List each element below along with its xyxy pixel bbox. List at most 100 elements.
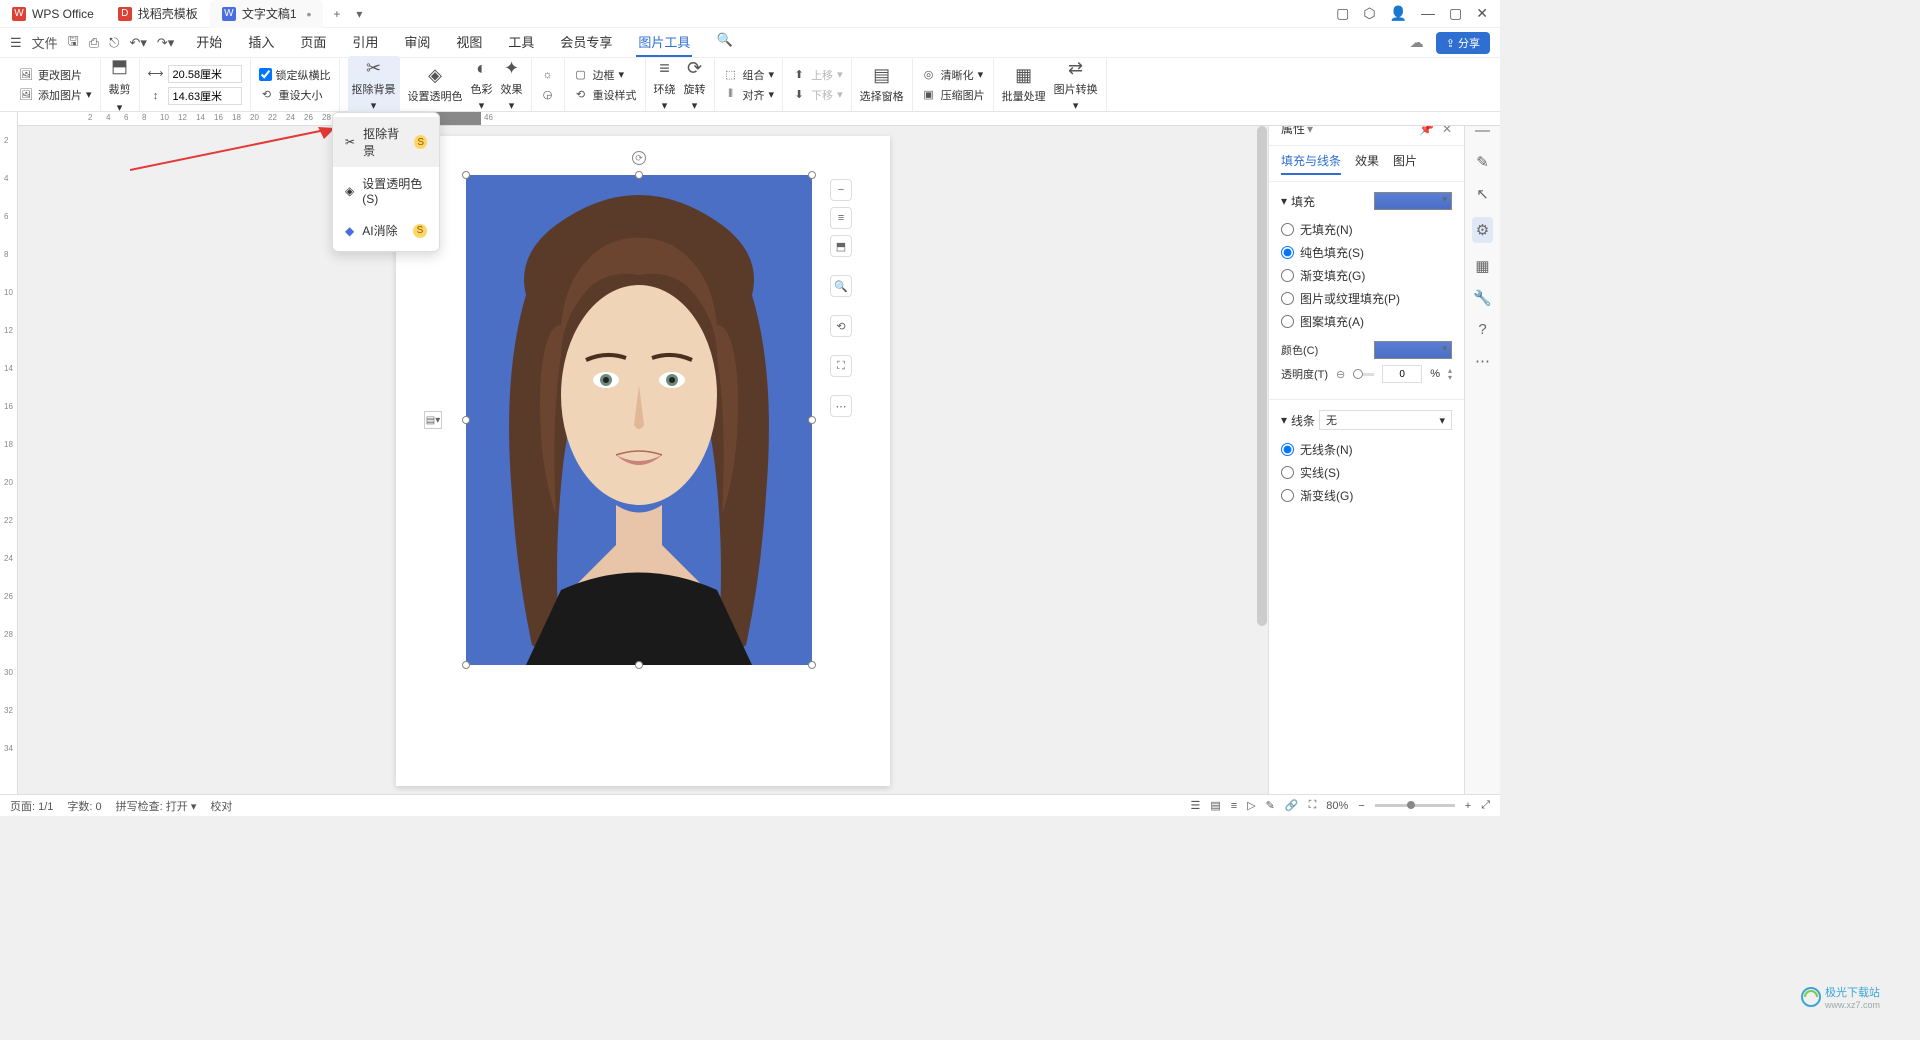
app-tab[interactable]: W WPS Office: [0, 0, 106, 28]
undo-icon[interactable]: ↶▾: [129, 35, 146, 51]
remove-bg-button[interactable]: ✂抠除背景 ▾: [348, 56, 400, 114]
layout-options-button[interactable]: ▤▾: [424, 411, 442, 429]
tab-effects[interactable]: 效果: [1355, 152, 1379, 175]
tool-reset[interactable]: ⟲: [830, 315, 852, 337]
tool-more[interactable]: ⋯: [830, 395, 852, 417]
radio-solid-fill[interactable]: 纯色填充(S): [1281, 241, 1452, 264]
share-button[interactable]: ⇪ 分享: [1436, 32, 1490, 54]
menu-icon[interactable]: ☰: [10, 35, 22, 51]
color-picker-button[interactable]: [1374, 341, 1452, 359]
file-menu[interactable]: 文件: [32, 33, 58, 52]
rotate-button[interactable]: ⟳旋转▾: [684, 58, 706, 112]
fill-preview-swatch[interactable]: [1374, 192, 1452, 210]
resize-handle-bl[interactable]: [462, 661, 470, 669]
layout-icon[interactable]: ▢: [1336, 5, 1349, 22]
fill-title[interactable]: ▾填充: [1281, 192, 1452, 210]
tab-home[interactable]: 开始: [194, 28, 224, 57]
fit-icon[interactable]: ⛶: [1309, 799, 1317, 812]
move-down-button[interactable]: ⬇下移 ▾: [791, 87, 843, 103]
zoom-in-button[interactable]: +: [1465, 800, 1471, 812]
batch-button[interactable]: ▦批量处理: [1002, 65, 1046, 104]
radio-solid-line[interactable]: 实线(S): [1281, 461, 1452, 484]
change-picture-button[interactable]: 🖼更改图片: [18, 67, 92, 83]
maximize-button[interactable]: ▢: [1449, 5, 1462, 22]
dropdown-ai-erase[interactable]: ◆ AI消除 S: [333, 214, 439, 247]
radio-pattern-fill[interactable]: 图案填充(A): [1281, 310, 1452, 333]
radio-picture-fill[interactable]: 图片或纹理填充(P): [1281, 287, 1452, 310]
wrap-button[interactable]: ≡环绕▾: [654, 58, 676, 112]
tools-icon[interactable]: 🔧: [1473, 289, 1492, 307]
spell-check[interactable]: 拼写检查: 打开 ▾: [116, 798, 197, 814]
radio-no-line[interactable]: 无线条(N): [1281, 438, 1452, 461]
zoom-out-button[interactable]: −: [1358, 800, 1364, 812]
tool-layout[interactable]: ≡: [830, 207, 852, 229]
vertical-scrollbar[interactable]: [1256, 126, 1268, 794]
align-button[interactable]: ⫴对齐 ▾: [723, 87, 775, 103]
height-input[interactable]: [168, 87, 242, 105]
resize-handle-br[interactable]: [808, 661, 816, 669]
tab-picture-tools[interactable]: 图片工具: [636, 28, 692, 57]
template-tab[interactable]: D 找稻壳模板: [106, 0, 210, 28]
select-pane-button[interactable]: ▤选择窗格: [860, 65, 904, 104]
tab-view[interactable]: 视图: [454, 28, 484, 57]
help-icon[interactable]: ?: [1478, 321, 1486, 338]
resize-handle-ml[interactable]: [462, 416, 470, 424]
view-icon-2[interactable]: ▤: [1210, 799, 1220, 812]
minimize-button[interactable]: —: [1421, 5, 1435, 22]
tab-fill-line[interactable]: 填充与线条: [1281, 152, 1341, 175]
word-count[interactable]: 字数: 0: [67, 798, 101, 814]
cube-icon[interactable]: ⬡: [1363, 5, 1375, 22]
print-icon[interactable]: ⎙: [89, 35, 99, 51]
radio-gradient-fill[interactable]: 渐变填充(G): [1281, 264, 1452, 287]
width-input[interactable]: [168, 65, 242, 83]
page-indicator[interactable]: 页面: 1/1: [10, 798, 53, 814]
fullscreen-icon[interactable]: ⤢: [1481, 799, 1490, 812]
tab-picture[interactable]: 图片: [1393, 152, 1417, 175]
resize-handle-tl[interactable]: [462, 171, 470, 179]
compress-button[interactable]: ▣压缩图片: [921, 87, 985, 103]
line-select[interactable]: 无▾: [1319, 410, 1452, 430]
view-icon-4[interactable]: ▷: [1247, 799, 1255, 812]
border-button[interactable]: ▢边框 ▾: [573, 67, 637, 83]
zoom-slider[interactable]: [1375, 804, 1455, 807]
dropdown-remove-bg[interactable]: ✂ 抠除背景 S: [333, 117, 439, 167]
tab-more-button[interactable]: ▾: [350, 7, 368, 21]
tool-zoom[interactable]: 🔍: [830, 275, 852, 297]
tab-tools[interactable]: 工具: [506, 28, 536, 57]
more-icon[interactable]: ⋯: [1475, 352, 1490, 370]
zoom-value[interactable]: 80%: [1326, 800, 1348, 812]
convert-button[interactable]: ⇄图片转换▾: [1054, 58, 1098, 112]
opacity-input[interactable]: [1382, 365, 1422, 383]
crop-button[interactable]: ⬒裁剪▾: [109, 56, 131, 114]
save-icon[interactable]: 🖫: [68, 32, 79, 54]
reset-style-button[interactable]: ⟲重设样式: [573, 87, 637, 103]
selected-image[interactable]: ⟳ ▤▾ − ≡ ⬒ 🔍 ⟲ ⛶: [466, 175, 812, 665]
tool-expand[interactable]: ⛶: [830, 355, 852, 377]
tool-crop[interactable]: ⬒: [830, 235, 852, 257]
move-up-button[interactable]: ⬆上移 ▾: [791, 67, 843, 83]
reset-size-button[interactable]: ⟲重设大小: [259, 87, 331, 103]
edit-icon[interactable]: ✎: [1476, 153, 1489, 171]
lock-ratio-checkbox[interactable]: 锁定纵横比: [259, 67, 331, 83]
set-transparent-button[interactable]: ◈设置透明色: [408, 65, 463, 104]
tab-close-icon[interactable]: •: [307, 6, 312, 22]
clarity-button[interactable]: ◎清晰化 ▾: [921, 67, 985, 83]
tool-minus[interactable]: −: [830, 179, 852, 201]
combine-button[interactable]: ⬚组合 ▾: [723, 67, 775, 83]
view-icon-3[interactable]: ≡: [1231, 800, 1237, 812]
gallery-icon[interactable]: ▦: [1475, 257, 1489, 275]
tab-insert[interactable]: 插入: [246, 28, 276, 57]
rotate-handle[interactable]: ⟳: [632, 151, 646, 165]
view-icon-1[interactable]: ☰: [1190, 799, 1200, 812]
redo-icon[interactable]: ↷▾: [157, 35, 174, 51]
view-icon-6[interactable]: 🔗: [1285, 799, 1299, 812]
style1-button[interactable]: ☼: [540, 67, 556, 83]
search-icon[interactable]: 🔍: [714, 28, 734, 57]
style2-button[interactable]: ◶: [540, 87, 556, 103]
dropdown-set-transparent[interactable]: ◈ 设置透明色(S): [333, 167, 439, 214]
resize-handle-mr[interactable]: [808, 416, 816, 424]
tab-page[interactable]: 页面: [298, 28, 328, 57]
cursor-icon[interactable]: ↖: [1476, 185, 1489, 203]
resize-handle-bm[interactable]: [635, 661, 643, 669]
cloud-icon[interactable]: ☁: [1410, 34, 1424, 51]
